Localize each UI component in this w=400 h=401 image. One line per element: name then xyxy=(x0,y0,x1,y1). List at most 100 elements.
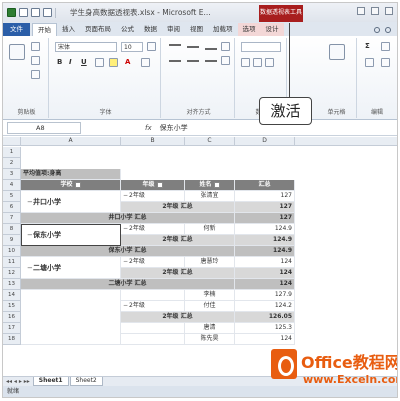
sheet-tab-2[interactable]: Sheet2 xyxy=(69,377,103,386)
font-name-dropdown[interactable]: 宋体 xyxy=(55,42,117,52)
close-icon[interactable] xyxy=(385,7,393,15)
pivot-school-subtotal-label[interactable]: 井口小学 汇总 xyxy=(21,213,235,224)
cut-icon[interactable] xyxy=(31,42,40,51)
pivot-grade-cell-empty[interactable] xyxy=(121,290,185,301)
sort-filter-icon[interactable] xyxy=(381,42,390,51)
pivot-school-subtotal-value[interactable]: 124 xyxy=(235,279,295,290)
pivot-value[interactable]: 124 xyxy=(235,257,295,268)
maximize-icon[interactable] xyxy=(371,7,379,15)
formula-input[interactable]: 保东小学 xyxy=(160,123,188,133)
autosum-icon[interactable]: Σ xyxy=(365,42,370,50)
pivot-value[interactable]: 125.3 xyxy=(235,323,295,334)
row-header-2[interactable]: 2 xyxy=(3,158,21,169)
copy-icon[interactable] xyxy=(31,56,40,65)
tab-page-layout[interactable]: 页面布局 xyxy=(80,23,116,36)
column-header-b[interactable]: B xyxy=(121,137,185,146)
minimize-ribbon-icon[interactable] xyxy=(374,26,380,33)
name-filter-dropdown-icon[interactable] xyxy=(213,181,220,188)
pivot-school-subtotal-label[interactable]: 二塘小学 汇总 xyxy=(21,279,235,290)
pivot-grade-cell[interactable]: −2年级 xyxy=(121,191,185,202)
redo-icon[interactable] xyxy=(43,8,52,17)
column-header-d[interactable]: D xyxy=(235,137,295,146)
pivot-grade-cell[interactable]: −2年级 xyxy=(121,224,185,235)
italic-icon[interactable]: I xyxy=(69,58,72,66)
font-size-dropdown[interactable]: 10 xyxy=(121,42,143,52)
row-header-13[interactable]: 13 xyxy=(3,279,21,290)
pivot-header-name[interactable]: 姓名 xyxy=(185,180,235,191)
sheet-tab-1[interactable]: Sheet1 xyxy=(32,377,69,386)
currency-icon[interactable] xyxy=(241,58,250,67)
tab-formulas[interactable]: 公式 xyxy=(116,23,139,36)
tab-add-ins[interactable]: 加载项 xyxy=(208,23,238,36)
underline-icon[interactable]: U xyxy=(81,58,87,66)
pivot-school-1[interactable]: − 井口小学 xyxy=(21,191,121,213)
pivot-school-subtotal-value[interactable]: 124.9 xyxy=(235,246,295,257)
align-middle-icon[interactable] xyxy=(187,46,199,48)
align-bottom-icon[interactable] xyxy=(205,48,217,50)
row-header-17[interactable]: 17 xyxy=(3,323,21,334)
row-header-3[interactable]: 3 xyxy=(3,169,21,180)
row-header-6[interactable]: 6 xyxy=(3,202,21,213)
grade-filter-dropdown-icon[interactable] xyxy=(156,181,163,188)
row-header-7[interactable]: 7 xyxy=(3,213,21,224)
pivot-student-name[interactable]: 唐慧玲 xyxy=(185,257,235,268)
row-header-10[interactable]: 10 xyxy=(3,246,21,257)
pivot-student-name[interactable]: 付佳 xyxy=(185,301,235,312)
fill-icon[interactable] xyxy=(365,58,374,67)
pivot-value[interactable]: 124.9 xyxy=(235,224,295,235)
pivot-value[interactable]: 127.9 xyxy=(235,290,295,301)
row-header-4[interactable]: 4 xyxy=(3,180,21,191)
comma-icon[interactable] xyxy=(265,58,274,67)
tab-options[interactable]: 选项 xyxy=(237,23,261,36)
tab-view[interactable]: 视图 xyxy=(185,23,208,36)
pivot-school-2[interactable]: − 保东小学 xyxy=(21,224,121,246)
name-box[interactable]: A8 xyxy=(7,122,81,134)
pivot-grade-subtotal-label[interactable]: 2年级 汇总 xyxy=(121,312,235,323)
wrap-text-icon[interactable] xyxy=(221,42,230,51)
select-all-corner[interactable] xyxy=(3,137,21,146)
pivot-school-subtotal-value[interactable]: 127 xyxy=(235,213,295,224)
pivot-header-grade[interactable]: 年级 xyxy=(121,180,185,191)
tab-design[interactable]: 设计 xyxy=(260,23,284,36)
column-header-c[interactable]: C xyxy=(185,137,235,146)
number-format-dropdown[interactable] xyxy=(241,42,281,52)
phonetic-icon[interactable] xyxy=(141,58,150,67)
tab-data[interactable]: 数据 xyxy=(139,23,162,36)
border-icon[interactable] xyxy=(95,58,104,67)
column-header-a[interactable]: A xyxy=(21,137,121,146)
font-color-icon[interactable]: A xyxy=(125,58,130,66)
row-header-16[interactable]: 16 xyxy=(3,312,21,323)
percent-icon[interactable] xyxy=(253,58,262,67)
pivot-grade-subtotal-label[interactable]: 2年级 汇总 xyxy=(121,268,235,279)
pivot-value[interactable]: 127 xyxy=(235,191,295,202)
tab-insert[interactable]: 插入 xyxy=(57,23,80,36)
align-right-icon[interactable] xyxy=(205,60,217,62)
pivot-student-name[interactable]: 张清宜 xyxy=(185,191,235,202)
row-header-11[interactable]: 11 xyxy=(3,257,21,268)
pivot-header-school[interactable]: 学校 xyxy=(21,180,121,191)
pivot-grade-cell-empty[interactable] xyxy=(121,334,185,345)
styles-icon[interactable] xyxy=(329,44,345,60)
tab-file[interactable]: 文件 xyxy=(3,23,30,36)
row-header-5[interactable]: 5 xyxy=(3,191,21,202)
row-header-15[interactable]: 15 xyxy=(3,301,21,312)
tab-home[interactable]: 开始 xyxy=(32,23,57,36)
sheet-nav-arrows-icon[interactable]: ◂◂ ◂ ▸ ▸▸ xyxy=(3,378,33,385)
row-header-1[interactable]: 1 xyxy=(3,147,21,158)
row-header-12[interactable]: 12 xyxy=(3,268,21,279)
school-filter-dropdown-icon[interactable] xyxy=(74,181,81,188)
minimize-icon[interactable] xyxy=(357,7,365,15)
align-left-icon[interactable] xyxy=(169,60,181,62)
align-center-icon[interactable] xyxy=(187,60,199,62)
save-icon[interactable] xyxy=(19,8,28,17)
pivot-grade-subtotal-value[interactable]: 127 xyxy=(235,202,295,213)
merge-center-icon[interactable] xyxy=(221,56,230,65)
help-icon[interactable] xyxy=(385,26,391,33)
undo-icon[interactable] xyxy=(31,8,40,17)
format-painter-icon[interactable] xyxy=(31,70,40,79)
pivot-school-subtotal-label[interactable]: 保东小学 汇总 xyxy=(21,246,235,257)
pivot-grade-subtotal-value[interactable]: 124 xyxy=(235,268,295,279)
row-header-18[interactable]: 18 xyxy=(3,334,21,345)
pivot-grade-cell-empty[interactable] xyxy=(121,323,185,334)
grow-font-icon[interactable] xyxy=(147,42,156,51)
